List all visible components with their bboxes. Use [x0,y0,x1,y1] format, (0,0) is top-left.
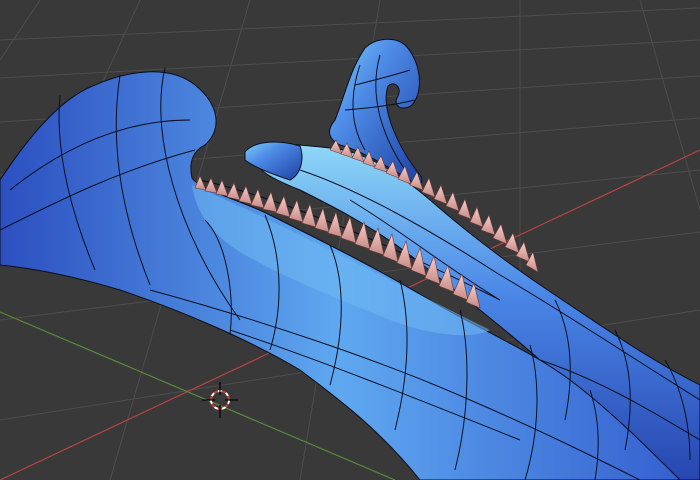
viewport-canvas[interactable] [0,0,700,480]
3d-viewport[interactable] [0,0,700,480]
jaw-bone-mesh[interactable] [0,38,700,480]
mesh-flap [244,141,303,181]
